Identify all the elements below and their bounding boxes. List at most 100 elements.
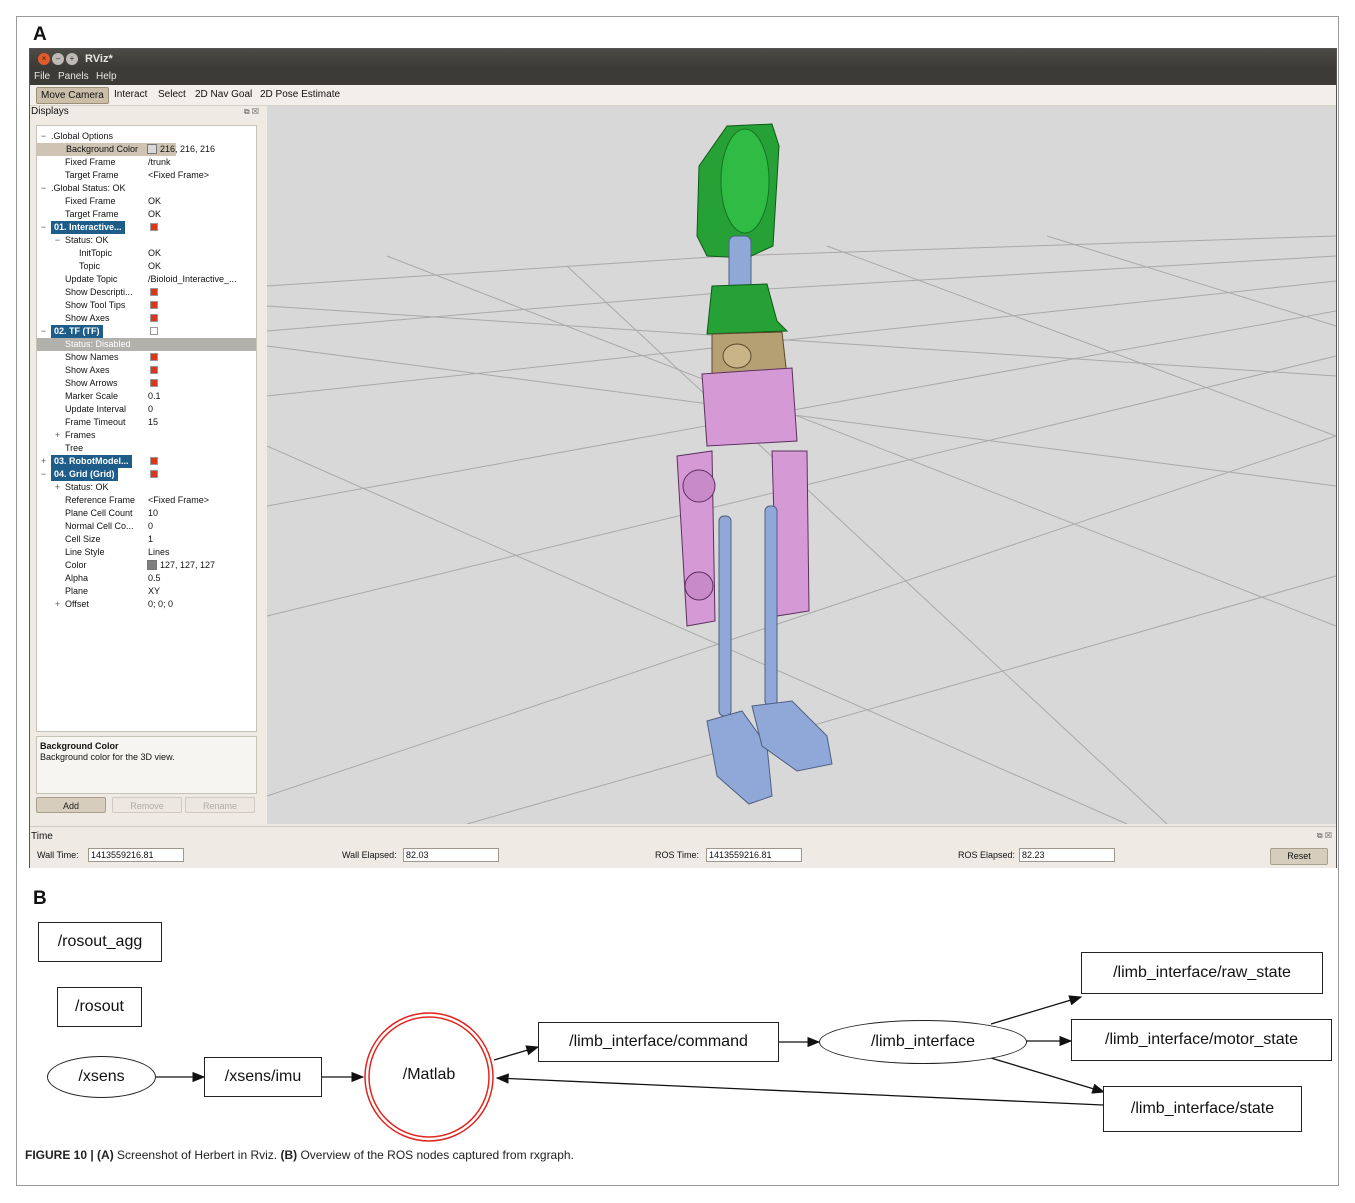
ros-elapsed-input[interactable]: 82.23: [1019, 848, 1115, 862]
expand-icon[interactable]: +: [53, 481, 62, 494]
tree-row-value: OK: [148, 261, 162, 271]
tree-row[interactable]: Plane Cell Count 10: [37, 507, 256, 520]
enabled-checkbox[interactable]: [150, 470, 158, 478]
tool-move-camera[interactable]: Move Camera: [36, 87, 109, 104]
enabled-checkbox[interactable]: [150, 327, 158, 335]
enabled-checkbox[interactable]: [150, 314, 158, 322]
tree-row[interactable]: Color 127, 127, 127: [37, 559, 256, 572]
enabled-checkbox[interactable]: [150, 379, 158, 387]
node-xsens-imu[interactable]: /xsens/imu: [204, 1057, 322, 1097]
collapse-icon[interactable]: −: [39, 221, 48, 234]
tree-row[interactable]: Topic OK: [37, 260, 256, 273]
tool-interact[interactable]: Interact: [114, 89, 147, 100]
wall-time-label: Wall Time:: [37, 850, 79, 860]
tree-row[interactable]: Plane XY: [37, 585, 256, 598]
node-rosout[interactable]: /rosout: [57, 987, 142, 1027]
tree-row[interactable]: − .Global Status: OK: [37, 182, 256, 195]
collapse-icon[interactable]: −: [39, 468, 48, 481]
tree-row[interactable]: Update Topic/Bioloid_Interactive_...: [37, 273, 256, 286]
tree-row[interactable]: Line Style Lines: [37, 546, 256, 559]
tree-row[interactable]: Show Names: [37, 351, 256, 364]
wall-elapsed-input[interactable]: 82.03: [403, 848, 499, 862]
display-tree[interactable]: − .Global Options Background Color 216, 216…: [36, 125, 257, 732]
expand-icon[interactable]: +: [39, 455, 48, 468]
tree-row[interactable]: + Frames: [37, 429, 256, 442]
robot-torso: [706, 283, 789, 335]
node-limb-interface-motor-state[interactable]: /limb_interface/motor_state: [1071, 1019, 1332, 1061]
tree-row[interactable]: −02. TF (TF): [37, 325, 256, 338]
tree-row[interactable]: Background Color 216, 216, 216: [37, 143, 256, 156]
add-button[interactable]: Add: [36, 797, 106, 813]
tree-row[interactable]: Alpha 0.5: [37, 572, 256, 585]
tree-row[interactable]: Fixed Frame/trunk: [37, 156, 256, 169]
color-swatch[interactable]: [147, 560, 157, 570]
menu-panels[interactable]: Panels: [58, 71, 89, 82]
close-icon[interactable]: ×: [38, 53, 50, 65]
menu-file[interactable]: File: [34, 71, 50, 82]
enabled-checkbox[interactable]: [150, 457, 158, 465]
tree-row[interactable]: − Status: OK: [37, 234, 256, 247]
menu-help[interactable]: Help: [96, 71, 117, 82]
tree-row[interactable]: Fixed Frame OK: [37, 195, 256, 208]
node-xsens[interactable]: /xsens: [47, 1056, 156, 1098]
tree-row[interactable]: Reference Frame <Fixed Frame>: [37, 494, 256, 507]
node-matlab[interactable]: /Matlab: [365, 1066, 493, 1084]
reset-button[interactable]: Reset: [1270, 848, 1328, 865]
tree-row[interactable]: Marker Scale 0.1: [37, 390, 256, 403]
ros-time-input[interactable]: 1413559216.81: [706, 848, 802, 862]
minimize-icon[interactable]: –: [52, 53, 64, 65]
node-limb-interface-command[interactable]: /limb_interface/command: [538, 1022, 779, 1062]
node-rosout-agg[interactable]: /rosout_agg: [38, 922, 162, 962]
tree-row[interactable]: −01. Interactive...: [37, 221, 256, 234]
tree-row[interactable]: Frame Timeout 15: [37, 416, 256, 429]
node-limb-interface-state[interactable]: /limb_interface/state: [1103, 1086, 1302, 1132]
tree-row[interactable]: Target Frame <Fixed Frame>: [37, 169, 256, 182]
tree-row[interactable]: Show Axes: [37, 364, 256, 377]
node-limb-interface[interactable]: /limb_interface: [819, 1020, 1027, 1064]
tree-row[interactable]: Status: Disabled: [37, 338, 256, 351]
expand-icon[interactable]: +: [53, 429, 62, 442]
tree-row[interactable]: + Offset 0; 0; 0: [37, 598, 256, 611]
rename-button[interactable]: Rename: [185, 797, 255, 813]
time-float-close-icon[interactable]: ⧉ ☒: [1317, 831, 1332, 841]
expand-icon[interactable]: +: [53, 598, 62, 611]
enabled-checkbox[interactable]: [150, 366, 158, 374]
enabled-checkbox[interactable]: [150, 301, 158, 309]
panel-float-close-icon[interactable]: ⧉ ☒: [244, 107, 259, 117]
color-swatch[interactable]: [147, 144, 157, 154]
wall-time-input[interactable]: 1413559216.81: [88, 848, 184, 862]
enabled-checkbox[interactable]: [150, 223, 158, 231]
tool-2d-pose-estimate[interactable]: 2D Pose Estimate: [260, 89, 340, 100]
remove-button[interactable]: Remove: [112, 797, 182, 813]
robot-right-shin: [764, 505, 778, 707]
3d-viewport[interactable]: [267, 106, 1336, 824]
tree-row-label: Fixed Frame: [65, 196, 116, 206]
enabled-checkbox[interactable]: [150, 353, 158, 361]
tree-row[interactable]: +03. RobotModel...: [37, 455, 256, 468]
tree-row[interactable]: Normal Cell Co... 0: [37, 520, 256, 533]
tree-row[interactable]: Target Frame OK: [37, 208, 256, 221]
collapse-icon[interactable]: −: [39, 325, 48, 338]
tool-2d-nav-goal[interactable]: 2D Nav Goal: [195, 89, 252, 100]
tree-row[interactable]: Cell Size 1: [37, 533, 256, 546]
tree-row[interactable]: Show Arrows: [37, 377, 256, 390]
collapse-icon[interactable]: −: [39, 130, 48, 143]
tree-row[interactable]: −04. Grid (Grid): [37, 468, 256, 481]
tree-row[interactable]: InitTopic OK: [37, 247, 256, 260]
tree-row[interactable]: Show Descripti...: [37, 286, 256, 299]
collapse-icon[interactable]: −: [53, 234, 62, 247]
tree-row-value: XY: [148, 586, 161, 596]
tool-select[interactable]: Select: [158, 89, 186, 100]
maximize-icon[interactable]: +: [66, 53, 78, 65]
tree-row-value: 0.5: [148, 573, 161, 583]
tree-row[interactable]: Show Tool Tips: [37, 299, 256, 312]
tree-row[interactable]: Tree: [37, 442, 256, 455]
tree-row-label: Status: OK: [65, 482, 109, 492]
tree-row[interactable]: − .Global Options: [37, 130, 256, 143]
tree-row[interactable]: Show Axes: [37, 312, 256, 325]
node-limb-interface-raw-state[interactable]: /limb_interface/raw_state: [1081, 952, 1323, 994]
enabled-checkbox[interactable]: [150, 288, 158, 296]
tree-row[interactable]: Update Interval 0: [37, 403, 256, 416]
collapse-icon[interactable]: −: [39, 182, 48, 195]
tree-row[interactable]: + Status: OK: [37, 481, 256, 494]
